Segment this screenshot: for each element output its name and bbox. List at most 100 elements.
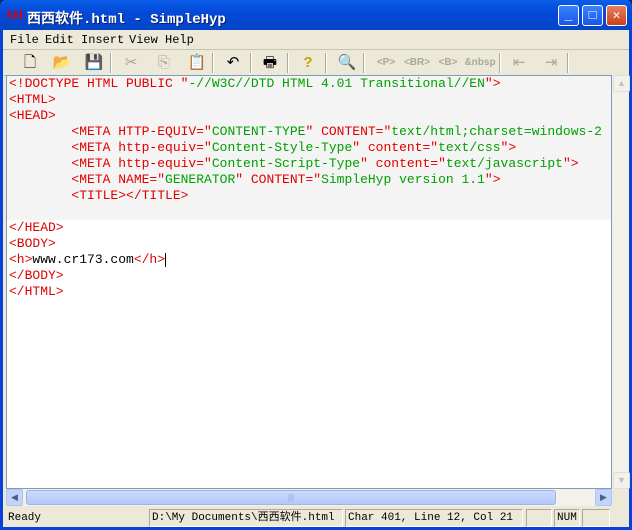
code-token-val: text/html;charset=windows-2 bbox=[391, 124, 602, 139]
code-token-txt: www.cr173.com bbox=[32, 252, 134, 267]
insert-nbsp-button[interactable]: &nbsp bbox=[464, 52, 496, 74]
maximize-button[interactable]: □ bbox=[582, 5, 603, 26]
separator bbox=[363, 53, 365, 73]
outdent-icon[interactable]: ⇤ bbox=[508, 52, 530, 74]
close-button[interactable]: ✕ bbox=[606, 5, 627, 26]
separator bbox=[499, 53, 501, 73]
code-editor[interactable]: <!DOCTYPE HTML PUBLIC "-//W3C//DTD HTML … bbox=[6, 75, 612, 489]
menu-file[interactable]: File bbox=[10, 33, 39, 47]
code-token-tag: "> bbox=[484, 76, 501, 91]
indent-icon[interactable]: ⇥ bbox=[540, 52, 562, 74]
code-token-val: text/javascript bbox=[445, 156, 563, 171]
menu-view[interactable]: View bbox=[129, 33, 158, 47]
save-icon[interactable]: 💾 bbox=[83, 52, 105, 74]
code-token-tag: <HTML> bbox=[9, 92, 56, 107]
code-token-tag: <TITLE></TITLE> bbox=[9, 188, 189, 203]
print-icon[interactable]: 🖶 bbox=[259, 52, 281, 74]
menu-insert[interactable]: Insert bbox=[81, 33, 124, 47]
code-token-val: Content-Style-Type bbox=[211, 140, 353, 155]
code-token-val: text/css bbox=[438, 140, 501, 155]
code-token-tag: <META http-equiv=" bbox=[9, 156, 212, 171]
code-token-tag: " content=" bbox=[352, 140, 439, 155]
code-line: </HTML> bbox=[7, 284, 611, 300]
code-token-tag: <META HTTP-EQUIV=" bbox=[9, 124, 212, 139]
separator bbox=[567, 53, 569, 73]
menu-edit[interactable]: Edit bbox=[45, 33, 74, 47]
code-token-tag: " CONTENT=" bbox=[235, 172, 322, 187]
cut-icon[interactable]: ✂ bbox=[120, 52, 142, 74]
status-position: Char 401, Line 12, Col 21 bbox=[345, 509, 523, 527]
scroll-left-icon[interactable]: ◀ bbox=[6, 489, 23, 506]
status-bar: Ready D:\My Documents\西西软件.html Char 401… bbox=[3, 508, 629, 530]
code-line: <HTML> bbox=[7, 92, 611, 108]
scroll-right-icon[interactable]: ▶ bbox=[595, 489, 612, 506]
status-file-path: D:\My Documents\西西软件.html bbox=[149, 509, 343, 527]
code-token-tag: <!DOCTYPE HTML PUBLIC " bbox=[9, 76, 189, 91]
horizontal-scrollbar[interactable]: ◀ ||| ▶ bbox=[6, 489, 612, 506]
code-token-tag: <h> bbox=[9, 252, 33, 267]
menu-bar: File Edit Insert View Help bbox=[3, 30, 629, 50]
undo-icon[interactable]: ↶ bbox=[222, 52, 244, 74]
insert-p-button[interactable]: <P> bbox=[373, 52, 399, 74]
code-token-val: GENERATOR bbox=[165, 172, 236, 187]
code-line: <BODY> bbox=[7, 236, 611, 252]
code-token-tag: </HTML> bbox=[9, 284, 64, 299]
code-token-tag: <META NAME=" bbox=[9, 172, 166, 187]
code-line: </BODY> bbox=[7, 268, 611, 284]
paste-icon[interactable]: 📋 bbox=[186, 52, 208, 74]
code-line: <META http-equiv="Content-Style-Type" co… bbox=[7, 140, 611, 156]
code-line: <META http-equiv="Content-Script-Type" c… bbox=[7, 156, 611, 172]
code-line: </HEAD> bbox=[7, 220, 611, 236]
code-token-tag: </BODY> bbox=[9, 268, 64, 283]
code-token-tag: </HEAD> bbox=[9, 220, 64, 235]
app-window: SH 西西软件.html - SimpleHyp _ □ ✕ File Edit… bbox=[0, 0, 632, 530]
title-bar: SH 西西软件.html - SimpleHyp _ □ ✕ bbox=[0, 0, 632, 30]
code-token-tag: " CONTENT=" bbox=[305, 124, 392, 139]
app-logo-icon: SH bbox=[6, 7, 24, 22]
code-token-tag: " content=" bbox=[360, 156, 446, 171]
code-token-val: -//W3C//DTD HTML 4.01 Transitional//EN bbox=[188, 76, 485, 91]
scroll-thumb[interactable]: ||| bbox=[26, 490, 556, 505]
copy-icon[interactable]: ⎘ bbox=[153, 52, 175, 74]
insert-br-button[interactable]: <BR> bbox=[402, 52, 432, 74]
status-num: NUM bbox=[554, 509, 580, 527]
separator bbox=[250, 53, 252, 73]
minimize-button[interactable]: _ bbox=[558, 5, 579, 26]
help-icon[interactable]: ? bbox=[297, 52, 319, 74]
code-token-tag: <META http-equiv=" bbox=[9, 140, 212, 155]
code-line bbox=[7, 204, 611, 220]
code-line: <h>www.cr173.com</h> bbox=[7, 252, 611, 268]
text-cursor bbox=[165, 252, 167, 267]
separator bbox=[212, 53, 214, 73]
separator bbox=[110, 53, 112, 73]
status-blank bbox=[526, 509, 552, 527]
scroll-down-icon[interactable]: ▼ bbox=[613, 472, 630, 489]
separator bbox=[325, 53, 327, 73]
code-token-tag: "> bbox=[500, 140, 517, 155]
vertical-scrollbar[interactable]: ▲ ▼ bbox=[612, 75, 630, 489]
menu-help[interactable]: Help bbox=[165, 33, 194, 47]
code-line: <META HTTP-EQUIV="CONTENT-TYPE" CONTENT=… bbox=[7, 124, 611, 140]
code-token-tag: <HEAD> bbox=[9, 108, 56, 123]
insert-b-button[interactable]: <B> bbox=[435, 52, 461, 74]
new-file-icon[interactable]: 🗋 bbox=[19, 52, 41, 74]
toolbar: 🗋 📂 💾 ✂ ⎘ 📋 ↶ 🖶 ? 🔍 <P> <BR> <B> &nbsp ⇤… bbox=[3, 51, 629, 76]
code-token-tag: "> bbox=[484, 172, 501, 187]
code-token-val: Content-Script-Type bbox=[211, 156, 361, 171]
code-token-tag: "> bbox=[562, 156, 579, 171]
scroll-up-icon[interactable]: ▲ bbox=[613, 75, 630, 92]
status-blank bbox=[582, 509, 610, 527]
code-line: <TITLE></TITLE> bbox=[7, 188, 611, 204]
code-token-val: SimpleHyp version 1.1 bbox=[321, 172, 485, 187]
window-title: 西西软件.html - SimpleHyp bbox=[27, 12, 226, 28]
code-token-tag: </h> bbox=[133, 252, 166, 267]
code-token-tag: <BODY> bbox=[9, 236, 56, 251]
code-line: <META NAME="GENERATOR" CONTENT="SimpleHy… bbox=[7, 172, 611, 188]
separator bbox=[287, 53, 289, 73]
code-line: <HEAD> bbox=[7, 108, 611, 124]
code-line: <!DOCTYPE HTML PUBLIC "-//W3C//DTD HTML … bbox=[7, 76, 611, 92]
code-token-val: CONTENT-TYPE bbox=[211, 124, 306, 139]
status-ready: Ready bbox=[8, 512, 42, 524]
open-folder-icon[interactable]: 📂 bbox=[51, 52, 73, 74]
preview-icon[interactable]: 🔍 bbox=[336, 52, 358, 74]
